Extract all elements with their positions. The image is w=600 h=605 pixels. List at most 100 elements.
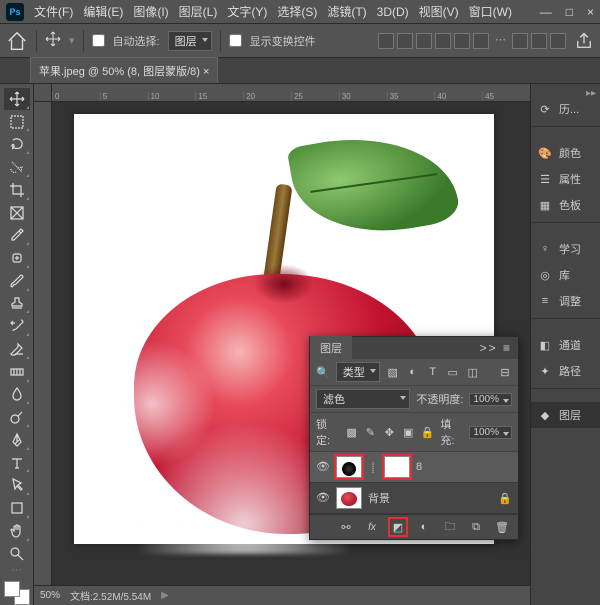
lock-position-icon[interactable]: ✥ (383, 425, 396, 439)
color-swatches[interactable] (4, 581, 30, 605)
delete-layer-icon[interactable]: 🗑 (494, 519, 510, 535)
dock-paths[interactable]: ✦路径 (531, 358, 600, 384)
new-layer-icon[interactable]: ⧉ (468, 519, 484, 535)
blur-tool[interactable] (4, 384, 30, 406)
window-maximize[interactable]: □ (566, 5, 573, 19)
menu-view[interactable]: 视图(V) (419, 3, 459, 20)
dock-layers[interactable]: ◆图层 (531, 402, 600, 428)
lock-artboard-icon[interactable]: ▣ (402, 425, 415, 439)
show-transform-checkbox[interactable] (229, 34, 242, 47)
align-icon[interactable] (473, 33, 489, 49)
layer-filter-type[interactable]: 类型 (336, 362, 380, 382)
window-minimize[interactable]: — (540, 5, 552, 19)
lock-paint-icon[interactable]: ✎ (364, 425, 377, 439)
layers-panel[interactable]: 图层 >> ≡ 🔍 类型 ▧ ◐ T ▭ ◫ ⊟ 滤色 不透明度: 100% 锁… (309, 336, 519, 540)
dock-properties[interactable]: ☰属性 (531, 166, 600, 192)
filter-shape-icon[interactable]: ▭ (446, 365, 460, 379)
align-icon[interactable] (416, 33, 432, 49)
mask-link-icon[interactable]: ⸽ (368, 460, 378, 474)
eyedropper-tool[interactable] (4, 224, 30, 246)
shape-tool[interactable] (4, 497, 30, 519)
zoom-level[interactable]: 50% (40, 590, 60, 601)
dock-adjust[interactable]: ≡调整 (531, 288, 600, 314)
share-icon[interactable] (574, 31, 594, 51)
layers-panel-menu[interactable]: >> ≡ (474, 341, 518, 355)
layer-row[interactable]: 👁 背景 🔒 (310, 483, 518, 514)
layers-panel-tab[interactable]: 图层 (310, 336, 352, 360)
filter-smart-icon[interactable]: ◫ (466, 365, 480, 379)
menu-type[interactable]: 文字(Y) (227, 3, 267, 20)
filter-pixel-icon[interactable]: ▧ (386, 365, 400, 379)
quick-select-tool[interactable] (4, 156, 30, 178)
menu-file[interactable]: 文件(F) (34, 3, 73, 20)
layer-row[interactable]: 👁 ⸽ 8 (310, 452, 518, 483)
blend-mode-select[interactable]: 滤色 (316, 389, 410, 409)
move-tool[interactable] (4, 88, 30, 110)
properties-icon: ☰ (537, 171, 553, 187)
filter-toggle[interactable]: ⊟ (498, 365, 512, 379)
layer-mask-thumbnail[interactable] (384, 456, 410, 478)
brush-tool[interactable] (4, 270, 30, 292)
align-icon[interactable] (454, 33, 470, 49)
layer-name[interactable]: 8 (416, 461, 422, 473)
document-tab[interactable]: 苹果.jpeg @ 50% (8, 图层蒙版/8) × (30, 57, 218, 83)
type-tool[interactable] (4, 452, 30, 474)
align-icon[interactable] (435, 33, 451, 49)
dock-libraries[interactable]: ◎库 (531, 262, 600, 288)
layer-name[interactable]: 背景 (368, 490, 390, 506)
dock-channels[interactable]: ◧通道 (531, 332, 600, 358)
menu-filter[interactable]: 滤镜(T) (327, 3, 366, 20)
align-icon[interactable] (512, 33, 528, 49)
auto-select-target[interactable]: 图层 (168, 31, 212, 51)
layer-thumbnail[interactable] (336, 487, 362, 509)
visibility-icon[interactable]: 👁 (316, 460, 330, 474)
dock-swatches[interactable]: ▦色板 (531, 192, 600, 218)
fill-value[interactable]: 100% (469, 426, 512, 439)
frame-tool[interactable] (4, 202, 30, 224)
new-group-icon[interactable]: 🗀 (442, 519, 458, 535)
menu-image[interactable]: 图像(I) (133, 3, 168, 20)
hand-tool[interactable] (4, 520, 30, 542)
lasso-tool[interactable] (4, 133, 30, 155)
link-layers-icon[interactable]: ⚯ (338, 519, 354, 535)
gradient-tool[interactable] (4, 361, 30, 383)
align-icon[interactable] (531, 33, 547, 49)
zoom-tool[interactable] (4, 543, 30, 565)
auto-select-checkbox[interactable] (92, 34, 105, 47)
visibility-icon[interactable]: 👁 (316, 491, 330, 505)
marquee-tool[interactable] (4, 111, 30, 133)
eraser-tool[interactable] (4, 338, 30, 360)
menu-edit[interactable]: 编辑(E) (83, 3, 123, 20)
window-close[interactable]: × (587, 5, 594, 19)
dock-history[interactable]: ⟳历... (531, 96, 600, 122)
opacity-value[interactable]: 100% (469, 393, 512, 406)
align-icon[interactable] (378, 33, 394, 49)
libraries-icon: ◎ (537, 267, 553, 283)
filter-type-icon[interactable]: T (426, 365, 440, 379)
dodge-tool[interactable] (4, 406, 30, 428)
layer-thumbnail[interactable] (336, 456, 362, 478)
stamp-tool[interactable] (4, 293, 30, 315)
crop-tool[interactable] (4, 179, 30, 201)
pen-tool[interactable] (4, 429, 30, 451)
dock-color[interactable]: 🎨颜色 (531, 140, 600, 166)
status-caret[interactable]: ▶ (161, 590, 169, 601)
lock-all-icon[interactable]: 🔒 (421, 425, 435, 439)
layer-fx-icon[interactable]: fx (364, 519, 380, 535)
dock-expand-icon[interactable]: ▸▸ (586, 88, 596, 96)
adjustment-layer-icon[interactable]: ◐ (416, 519, 432, 535)
align-icon[interactable] (550, 33, 566, 49)
dock-learn[interactable]: ♀学习 (531, 236, 600, 262)
history-brush-tool[interactable] (4, 315, 30, 337)
menu-layer[interactable]: 图层(L) (179, 3, 218, 20)
healing-tool[interactable] (4, 247, 30, 269)
align-icon[interactable] (397, 33, 413, 49)
menu-3d[interactable]: 3D(D) (377, 5, 409, 19)
lock-transparent-icon[interactable]: ▩ (345, 425, 358, 439)
add-mask-icon[interactable]: ◩ (390, 519, 406, 535)
menu-window[interactable]: 窗口(W) (469, 3, 512, 20)
home-button[interactable] (6, 30, 28, 52)
path-select-tool[interactable] (4, 474, 30, 496)
menu-select[interactable]: 选择(S) (277, 3, 317, 20)
filter-adjust-icon[interactable]: ◐ (406, 365, 420, 379)
